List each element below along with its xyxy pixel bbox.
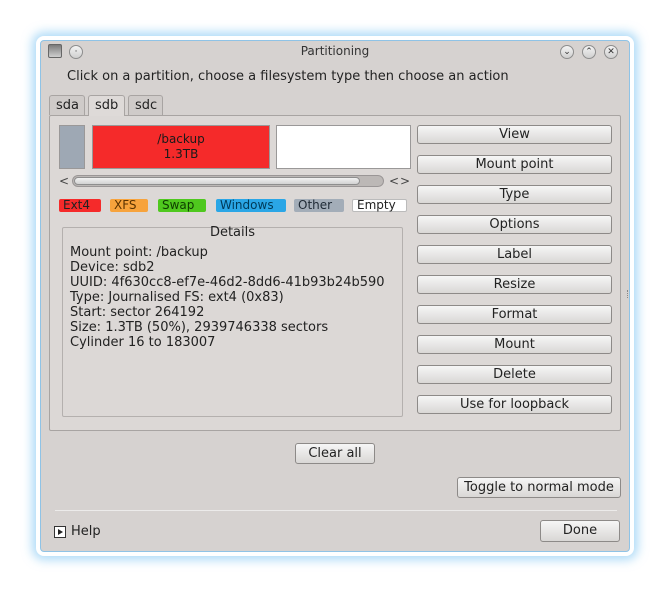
partition-first[interactable] (59, 125, 85, 169)
detail-device: Device: sdb2 (70, 260, 155, 275)
chevron-down-icon[interactable]: ⌄ (560, 45, 574, 59)
detail-type: Type: Journalised FS: ext4 (0x83) (70, 290, 284, 305)
label-button[interactable]: Label (417, 245, 612, 264)
mount-point-button[interactable]: Mount point (417, 155, 612, 174)
detail-uuid: UUID: 4f630cc8-ef7e-46d2-8dd6-41b93b24b5… (70, 275, 385, 290)
detail-size: Size: 1.3TB (50%), 2939746338 sectors (70, 320, 329, 335)
format-button[interactable]: Format (417, 305, 612, 324)
toggle-mode-button[interactable]: Toggle to normal mode (457, 477, 621, 498)
close-icon[interactable]: ✕ (604, 45, 618, 59)
scroll-left-arrow-icon[interactable]: < (59, 174, 69, 188)
scrollbar-thumb[interactable] (74, 177, 360, 185)
resize-button[interactable]: Resize (417, 275, 612, 294)
partition-size: 1.3TB (163, 147, 199, 161)
use-for-loopback-button[interactable]: Use for loopback (417, 395, 612, 414)
type-button[interactable]: Type (417, 185, 612, 204)
tab-sda[interactable]: sda (49, 95, 85, 115)
window-title: Partitioning (300, 44, 370, 58)
scroll-right-arrow-icon[interactable]: > (400, 174, 410, 188)
bottom-separator (55, 510, 617, 511)
legend-windows[interactable]: Windows (216, 199, 286, 212)
legend-swap[interactable]: Swap (158, 199, 206, 212)
help-label[interactable]: Help (71, 524, 101, 539)
legend-xfs[interactable]: XFS (110, 199, 148, 212)
detail-cylinder: Cylinder 16 to 183007 (70, 335, 216, 350)
partitioning-window: · Partitioning ⌄ ⌃ ✕ Click on a partitio… (40, 40, 630, 552)
legend-other[interactable]: Other (294, 199, 344, 212)
partition-backup[interactable]: /backup 1.3TB (92, 125, 270, 169)
tab-sdb[interactable]: sdb (88, 95, 125, 116)
details-lines: Mount point: /backup Device: sdb2 UUID: … (70, 245, 385, 350)
mount-button[interactable]: Mount (417, 335, 612, 354)
done-button[interactable]: Done (540, 520, 620, 542)
scroll-left-arrow-icon-2[interactable]: < (389, 174, 399, 188)
tab-sdc[interactable]: sdc (128, 95, 163, 115)
legend-empty[interactable]: Empty (352, 199, 407, 212)
help-expander-icon[interactable] (54, 526, 66, 538)
chevron-up-icon[interactable]: ⌃ (582, 45, 596, 59)
horizontal-scrollbar[interactable] (72, 175, 384, 187)
detail-start: Start: sector 264192 (70, 305, 205, 320)
details-title: Details (209, 225, 256, 240)
options-button[interactable]: Options (417, 215, 612, 234)
titlebar[interactable]: · Partitioning ⌄ ⌃ ✕ (41, 41, 629, 63)
view-button[interactable]: View (417, 125, 612, 144)
partition-name: /backup (157, 132, 205, 146)
detail-mount-point: Mount point: /backup (70, 245, 208, 260)
delete-button[interactable]: Delete (417, 365, 612, 384)
details-group: Details Mount point: /backup Device: sdb… (62, 225, 403, 417)
disk-panel: /backup 1.3TB < < > Ext4 XFS Swap Window… (49, 115, 621, 431)
legend-ext4[interactable]: Ext4 (59, 199, 101, 212)
clear-all-button[interactable]: Clear all (295, 443, 375, 464)
resize-grip[interactable] (627, 290, 630, 298)
partition-empty[interactable] (276, 125, 411, 169)
instruction-text: Click on a partition, choose a filesyste… (67, 69, 509, 84)
